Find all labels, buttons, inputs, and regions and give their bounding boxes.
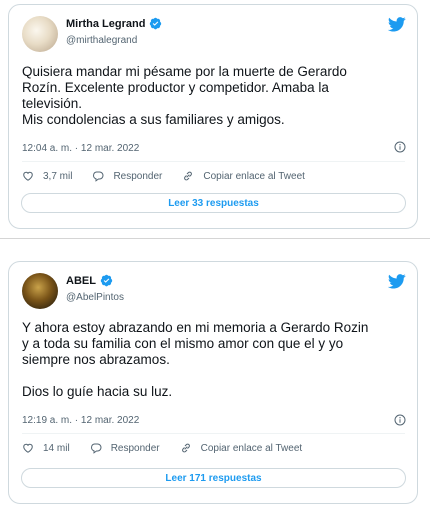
copy-link-label: Copiar enlace al Tweet [200, 442, 303, 454]
avatar[interactable] [22, 16, 58, 52]
author-name[interactable]: ABEL [66, 275, 96, 287]
author-name[interactable]: Mirtha Legrand [66, 18, 145, 30]
tweet-text-line: Y ahora estoy abrazando en mi memoria a … [22, 320, 369, 335]
author-handle[interactable]: @mirthalegrand [66, 35, 137, 46]
copy-link-button[interactable]: Copiar enlace al Tweet [180, 442, 303, 454]
twitter-bird-icon[interactable] [388, 17, 406, 32]
read-replies-button[interactable]: Leer 33 respuestas [21, 193, 406, 213]
tweet-timestamp[interactable]: 12:04 a. m. · 12 mar. 2022 [22, 143, 139, 154]
tweet-actions: 3,7 mil Responder Copiar enlace al Tweet [22, 167, 405, 185]
tweet-card: Mirtha Legrand @mirthalegrand Quisiera m… [8, 4, 418, 229]
copy-link-button[interactable]: Copiar enlace al Tweet [182, 170, 305, 182]
verified-badge-icon [100, 274, 113, 287]
link-icon [184, 171, 193, 181]
avatar[interactable] [22, 273, 58, 309]
read-replies-button[interactable]: Leer 171 respuestas [21, 468, 406, 488]
link-icon [181, 443, 190, 453]
divider [22, 161, 405, 162]
verified-badge-icon [150, 17, 162, 30]
divider [22, 433, 405, 434]
tweet-card: ABEL @AbelPintos Y ahora estoy abrazando… [8, 261, 418, 504]
tweet-text-line: siempre nos abrazamos. [22, 352, 170, 367]
heart-icon [23, 171, 33, 181]
tweet-text: Y ahora estoy abrazando en mi memoria a … [22, 320, 405, 400]
author-name-row[interactable]: Mirtha Legrand [66, 17, 162, 30]
like-count: 14 mil [43, 442, 70, 454]
divider [0, 238, 430, 239]
tweet-text-line: Mis condolencias a sus familiares y amig… [22, 112, 285, 127]
info-icon[interactable] [394, 141, 406, 153]
heart-icon [23, 443, 33, 453]
reply-button[interactable]: Responder [90, 442, 160, 454]
tweet-text-line: y a toda su familia con el mismo amor co… [22, 336, 344, 351]
info-icon[interactable] [394, 414, 406, 426]
tweet-text-line: Dios lo guíe hacia su luz. [22, 384, 173, 399]
tweet-text-line: Rozín. Excelente productor y competidor.… [22, 80, 329, 95]
reply-label: Responder [113, 170, 163, 182]
like-count: 3,7 mil [43, 170, 73, 182]
reply-icon [90, 443, 102, 454]
reply-label: Responder [110, 442, 160, 454]
author-handle[interactable]: @AbelPintos [66, 292, 124, 303]
like-button[interactable]: 3,7 mil [22, 170, 72, 182]
twitter-bird-icon[interactable] [388, 274, 406, 289]
like-button[interactable]: 14 mil [22, 442, 70, 454]
reply-button[interactable]: Responder [92, 170, 162, 182]
author-name-row[interactable]: ABEL [66, 274, 113, 287]
tweet-text-line: Quisiera mandar mi pésame por la muerte … [22, 64, 347, 79]
copy-link-label: Copiar enlace al Tweet [203, 170, 305, 182]
tweet-text-line: televisión. [22, 96, 83, 111]
tweet-text: Quisiera mandar mi pésame por la muerte … [22, 64, 405, 128]
tweet-timestamp[interactable]: 12:19 a. m. · 12 mar. 2022 [22, 415, 139, 426]
tweet-text-line [22, 368, 405, 384]
reply-icon [93, 171, 104, 182]
tweet-actions: 14 mil Responder Copiar enlace al Tweet [22, 439, 405, 457]
